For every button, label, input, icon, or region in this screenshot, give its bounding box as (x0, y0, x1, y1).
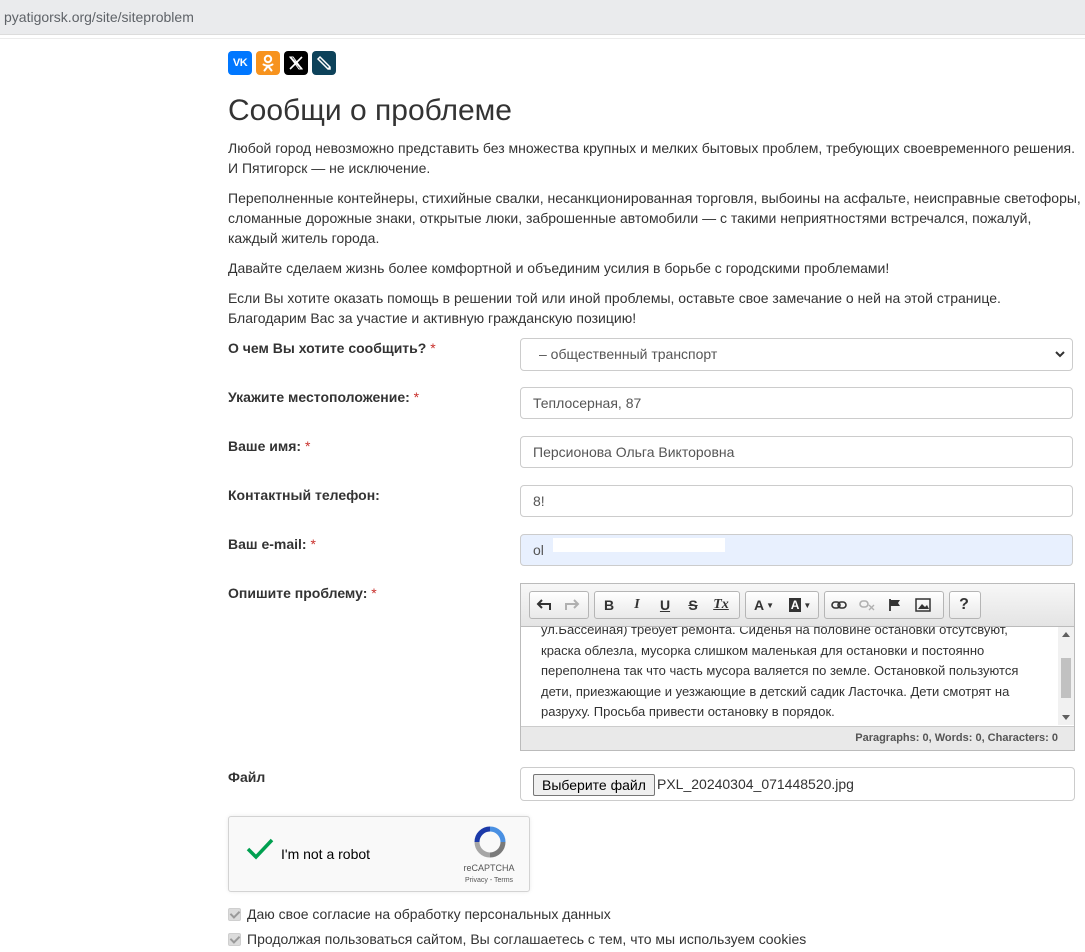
required-mark: * (310, 536, 316, 552)
vk-icon-label: VK (232, 57, 248, 69)
phone-label: Контактный телефон: (228, 487, 380, 503)
topic-select-value: – общественный транспорт (539, 346, 718, 362)
redaction-mask (553, 538, 725, 552)
editor-text-line: разруху. Просьба привести остановку в по… (541, 704, 835, 719)
intro-paragraph-3: Давайте сделаем жизнь более комфортной и… (228, 260, 890, 276)
editor-text-line: краска облезла, мусорка слишком маленька… (541, 642, 985, 658)
italic-button[interactable]: I (623, 592, 651, 618)
required-mark: * (430, 340, 436, 356)
x-icon[interactable] (284, 51, 308, 75)
text-color-glyph: A (753, 597, 765, 613)
email-input[interactable]: ol (520, 534, 1073, 566)
intro-paragraph-4: Если Вы хотите оказать помощь в решении … (228, 290, 1001, 326)
email-label: Ваш e-mail: * (228, 536, 316, 552)
consent-label-personal-data: Даю свое согласие на обработку персональ… (247, 906, 611, 922)
problem-label: Опишите проблему: * (228, 585, 377, 601)
checkmark-icon[interactable] (245, 837, 275, 861)
browser-address-bar[interactable]: pyatigorsk.org/site/siteproblem (0, 0, 1085, 35)
vk-icon[interactable]: VK (228, 51, 252, 75)
topic-label: О чем Вы хотите сообщить? * (228, 340, 436, 356)
captcha-label: I'm not a robot (281, 846, 371, 862)
editor-text-line: переполнена так что часть мусора валяетс… (541, 663, 1019, 678)
name-input[interactable]: Персионова Ольга Викторовна (520, 436, 1073, 468)
underline-button[interactable]: U (651, 592, 679, 618)
location-label-text: Укажите местоположение: (228, 389, 410, 405)
location-input[interactable]: Теплосерная, 87 (520, 387, 1073, 419)
file-label: Файл (228, 769, 266, 785)
clear-format-button[interactable]: Tx (707, 592, 735, 618)
consent-checkbox-personal-data[interactable] (228, 908, 241, 921)
captcha-brand: reCAPTCHA (463, 863, 515, 873)
topic-select[interactable]: – общественный транспорт (520, 338, 1073, 371)
chevron-down-icon (1055, 351, 1065, 358)
caret-down-icon: ▼ (766, 600, 775, 610)
image-icon[interactable] (909, 592, 937, 618)
unlink-icon[interactable] (853, 592, 881, 618)
consent-label-cookies: Продолжая пользоваться сайтом, Вы соглаш… (247, 931, 807, 947)
help-button[interactable]: ? (950, 592, 978, 618)
url-text: pyatigorsk.org/site/siteproblem (4, 9, 194, 25)
livejournal-icon[interactable] (312, 51, 336, 75)
editor-content[interactable]: ул.Бассейная) требует ремонта. Сиденья н… (521, 627, 1058, 725)
location-label: Укажите местоположение: * (228, 389, 419, 405)
location-input-value: Теплосерная, 87 (533, 395, 642, 411)
recaptcha-logo-icon (474, 826, 506, 858)
recaptcha-widget: I'm not a robot reCAPTCHA Privacy - Term… (228, 816, 530, 892)
strikethrough-button[interactable]: S (679, 592, 707, 618)
bg-color-glyph: A (788, 598, 802, 612)
editor-scrollbar[interactable] (1058, 627, 1074, 725)
file-input[interactable]: Выберите файл PXL_20240304_071448520.jpg (520, 767, 1075, 801)
bold-button[interactable]: B (595, 592, 623, 618)
email-input-value: ol (533, 542, 544, 558)
help-group: ? (949, 591, 981, 619)
format-group: B I U S Tx (594, 591, 740, 619)
flag-icon[interactable] (881, 592, 909, 618)
editor-text-line: ул.Бассейная) требует ремонта. Сиденья н… (541, 627, 1008, 637)
bg-color-button[interactable]: A ▼ (782, 592, 818, 618)
captcha-terms-link[interactable]: Privacy - Terms (451, 877, 527, 884)
choose-file-button[interactable]: Выберите файл (533, 774, 655, 796)
scroll-up-icon[interactable] (1062, 632, 1070, 637)
name-label-text: Ваше имя: (228, 438, 302, 454)
required-mark: * (371, 585, 377, 601)
scroll-down-icon[interactable] (1062, 715, 1070, 720)
phone-input-value: 8! (533, 493, 545, 509)
problem-label-text: Опишите проблему: (228, 585, 368, 601)
divider (0, 38, 1085, 39)
intro-paragraph-1: Любой город невозможно представить без м… (228, 140, 1076, 176)
history-group (529, 591, 589, 619)
scrollbar-thumb[interactable] (1061, 658, 1071, 698)
name-input-value: Персионова Ольга Викторовна (533, 444, 735, 460)
intro-paragraph-2: Переполненные контейнеры, стихийные свал… (228, 190, 1081, 246)
caret-down-icon: ▼ (803, 600, 812, 610)
file-name: PXL_20240304_071448520.jpg (657, 776, 854, 792)
editor-statusbar: Paragraphs: 0, Words: 0, Characters: 0 (521, 726, 1074, 750)
link-icon[interactable] (825, 592, 853, 618)
consent-checkbox-cookies[interactable] (228, 933, 241, 946)
redo-icon[interactable] (558, 592, 586, 618)
problem-editor[interactable]: B I U S Tx A ▼ A ▼ ? ул.Бассейная) требует… (520, 583, 1075, 751)
required-mark: * (413, 389, 420, 405)
phone-input[interactable]: 8! (520, 485, 1073, 517)
editor-toolbar: B I U S Tx A ▼ A ▼ ? (521, 584, 1074, 627)
email-label-text: Ваш e-mail: (228, 536, 307, 552)
color-group: A ▼ A ▼ (745, 591, 819, 619)
page-title: Сообщи о проблеме (228, 94, 512, 127)
insert-group (824, 591, 944, 619)
topic-label-text: О чем Вы хотите сообщить? (228, 340, 427, 356)
undo-icon[interactable] (530, 592, 558, 618)
required-mark: * (304, 438, 311, 454)
name-label: Ваше имя: * (228, 438, 310, 454)
text-color-button[interactable]: A ▼ (746, 592, 782, 618)
odnoklassniki-icon[interactable] (256, 51, 280, 75)
phone-label-text: Контактный телефон: (228, 487, 380, 503)
editor-text-line: дети, приезжающие и уезжающие в детский … (541, 683, 1010, 699)
share-buttons: VK (228, 51, 336, 75)
